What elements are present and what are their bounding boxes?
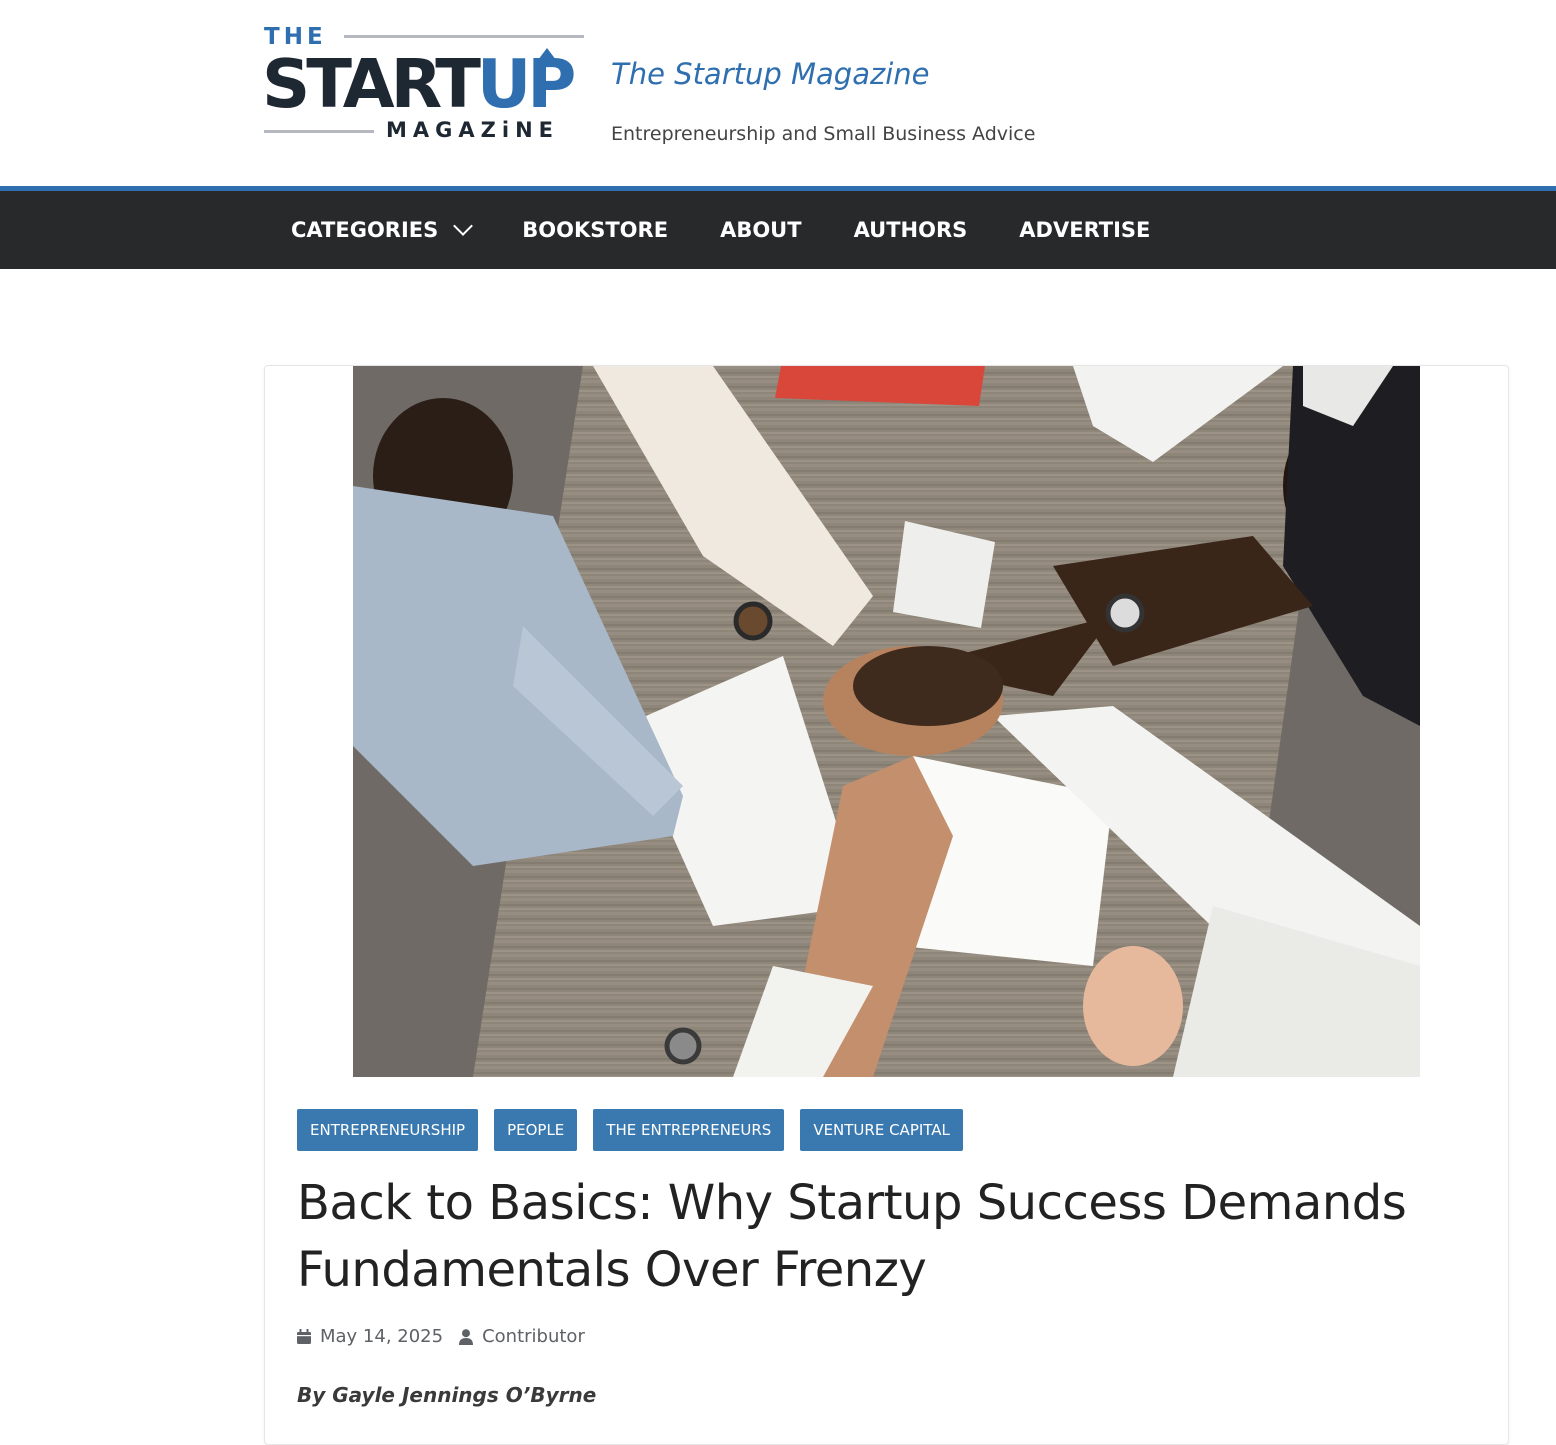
category-tag-people[interactable]: PEOPLE [494,1109,578,1151]
article-meta: May 14, 2025 Contributor [297,1326,585,1347]
logo-rule [344,35,584,38]
category-tag-entrepreneurship[interactable]: ENTREPRENEURSHIP [297,1109,479,1151]
article-title: Back to Basics: Why Startup Success Dema… [297,1175,1407,1298]
featured-image[interactable] [353,366,1420,1077]
featured-image-illustration [353,366,1420,1077]
nav-item-categories[interactable]: CATEGORIES [291,216,474,242]
nav-item-label: AUTHORS [853,218,968,242]
main-navigation: CATEGORIES BOOKSTORE ABOUT AUTHORS ADVER… [0,186,1556,269]
category-tags: ENTREPRENEURSHIP PEOPLE THE ENTREPRENEUR… [297,1109,979,1151]
site-header: THE STARTUP MAGAZiNE The Startup Magazin… [0,0,1556,186]
logo-magazine: MAGAZiNE [386,118,559,142]
nav-item-label: CATEGORIES [291,218,439,242]
nav-list: CATEGORIES BOOKSTORE ABOUT AUTHORS ADVER… [291,191,1202,269]
category-tag-venture-capital[interactable]: VENTURE CAPITAL [800,1109,963,1151]
nav-item-label: ADVERTISE [1019,218,1151,242]
site-tagline: Entrepreneurship and Small Business Advi… [611,123,1036,145]
nav-item-label: BOOKSTORE [522,218,669,242]
article-author[interactable]: Contributor [482,1326,585,1347]
site-logo[interactable]: THE STARTUP MAGAZiNE [262,24,588,146]
article-date[interactable]: May 14, 2025 [320,1326,443,1347]
article-card: ENTREPRENEURSHIP PEOPLE THE ENTREPRENEUR… [264,365,1509,1445]
nav-item-authors[interactable]: AUTHORS [854,218,968,242]
nav-item-about[interactable]: ABOUT [720,218,802,242]
article-byline: By Gayle Jennings O’Byrne [297,1383,597,1407]
nav-item-label: ABOUT [720,218,802,242]
chevron-down-icon[interactable] [453,216,474,236]
site-title[interactable]: The Startup Magazine [611,54,929,94]
logo-arrow-icon [535,48,559,64]
logo-rule [264,130,374,133]
nav-item-bookstore[interactable]: BOOKSTORE [522,218,668,242]
logo-startup: STARTUP [262,45,576,123]
calendar-icon [297,1329,311,1344]
nav-item-advertise[interactable]: ADVERTISE [1019,218,1150,242]
user-icon [459,1328,474,1345]
category-tag-the-entrepreneurs[interactable]: THE ENTREPRENEURS [593,1109,785,1151]
